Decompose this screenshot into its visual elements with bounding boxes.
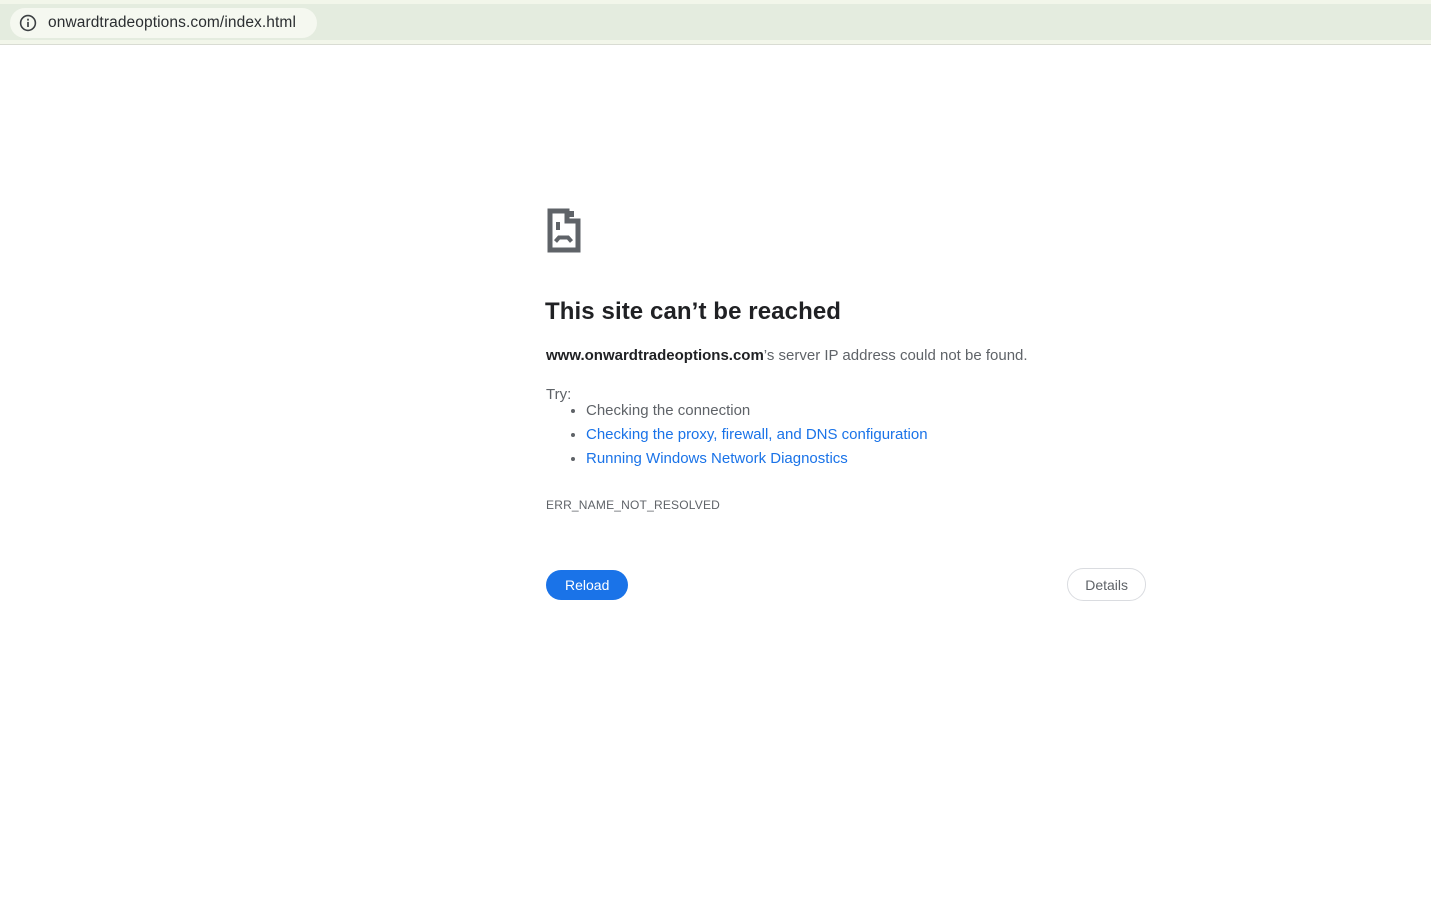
details-button[interactable]: Details bbox=[1067, 568, 1146, 601]
sad-file-icon bbox=[547, 208, 581, 253]
error-domain: www.onwardtradeoptions.com bbox=[546, 347, 764, 364]
suggestion-item-connection: Checking the connection bbox=[586, 399, 928, 423]
error-message-text: ’s server IP address could not be found. bbox=[763, 347, 1028, 364]
browser-toolbar: onwardtradeoptions.com/index.html bbox=[0, 0, 1431, 45]
url-text[interactable]: onwardtradeoptions.com/index.html bbox=[48, 14, 296, 32]
action-buttons: Reload Details bbox=[546, 568, 1146, 601]
error-title: This site can’t be reached bbox=[545, 298, 842, 325]
url-bar[interactable]: onwardtradeoptions.com/index.html bbox=[10, 8, 317, 38]
error-message: www.onwardtradeoptions.com’s server IP a… bbox=[546, 346, 1028, 366]
network-diagnostics-link[interactable]: Running Windows Network Diagnostics bbox=[586, 450, 848, 467]
suggestion-item-proxy: Checking the proxy, firewall, and DNS co… bbox=[586, 423, 928, 447]
proxy-firewall-dns-link[interactable]: Checking the proxy, firewall, and DNS co… bbox=[586, 426, 928, 443]
error-code: ERR_NAME_NOT_RESOLVED bbox=[546, 498, 721, 512]
suggestion-list: Checking the connection Checking the pro… bbox=[546, 399, 928, 471]
suggestion-item-diagnostics: Running Windows Network Diagnostics bbox=[586, 447, 928, 471]
reload-button[interactable]: Reload bbox=[546, 569, 629, 600]
suggestion-text: Checking the connection bbox=[586, 402, 751, 419]
info-icon[interactable] bbox=[19, 14, 37, 32]
